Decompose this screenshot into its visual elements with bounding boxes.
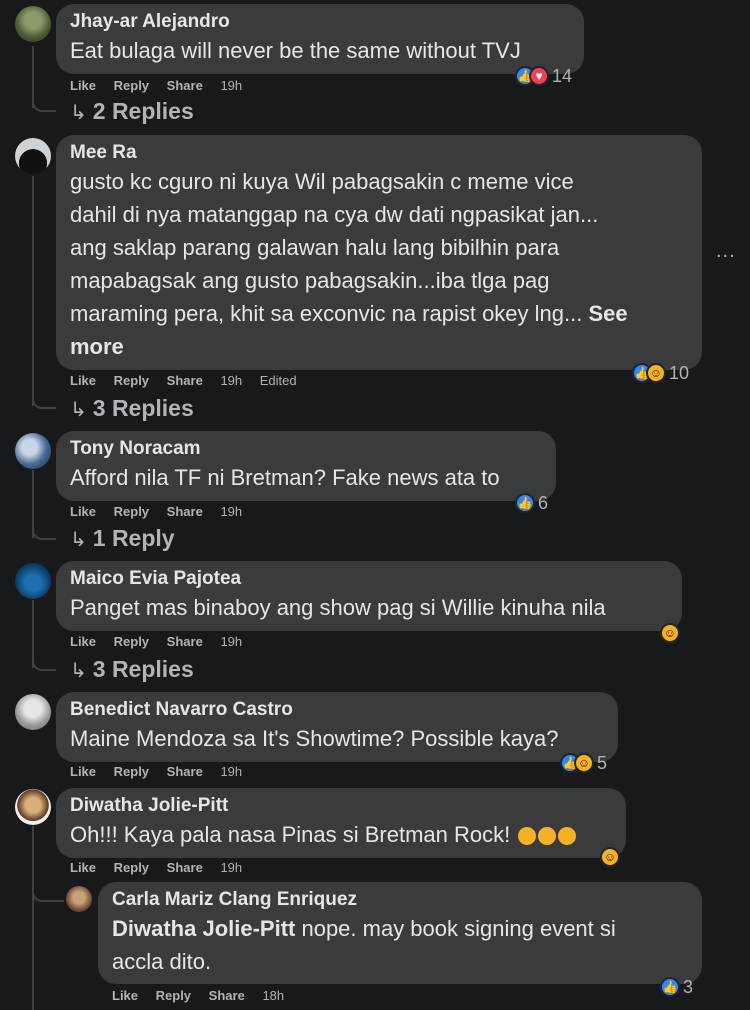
share-button[interactable]: Share <box>167 504 203 519</box>
reply-arrow-icon: ↳ <box>70 399 87 421</box>
reply-button[interactable]: Reply <box>114 78 149 93</box>
commenter-name[interactable]: Benedict Navarro Castro <box>70 698 604 722</box>
reaction-count: 5 <box>597 752 608 773</box>
reaction-summary[interactable]: ☺ <box>600 846 620 868</box>
timestamp[interactable]: 19h <box>220 78 242 93</box>
mention-link[interactable]: Diwatha Jolie-Pitt <box>112 916 295 941</box>
comment-bubble: Mee Ra gusto kc cguro ni kuya Wil pabags… <box>56 135 702 370</box>
shocked-emoji-icon <box>538 827 557 846</box>
reaction-count: 3 <box>683 976 694 997</box>
comment-bubble: Tony Noracam Afford nila TF ni Bretman? … <box>56 431 556 501</box>
timestamp[interactable]: 18h <box>262 988 284 1003</box>
comment-bubble: Benedict Navarro Castro Maine Mendoza sa… <box>56 692 618 762</box>
like-button[interactable]: Like <box>70 860 96 875</box>
comment-bubble: Maico Evia Pajotea Panget mas binaboy an… <box>56 561 682 631</box>
avatar[interactable] <box>15 563 51 599</box>
reaction-summary[interactable]: 👍 ☺ 10 <box>632 362 689 384</box>
haha-icon: ☺ <box>600 847 620 867</box>
reaction-count: 14 <box>552 65 573 86</box>
timestamp[interactable]: 19h <box>220 504 242 519</box>
reply-button[interactable]: Reply <box>156 988 191 1003</box>
comment-text: Maine Mendoza sa It's Showtime? Possible… <box>70 726 559 751</box>
avatar[interactable] <box>15 694 51 730</box>
haha-icon: ☺ <box>660 623 680 643</box>
reply-arrow-icon: ↳ <box>70 529 87 551</box>
reply-button[interactable]: Reply <box>114 764 149 779</box>
reply-button[interactable]: Reply <box>114 373 149 388</box>
avatar[interactable] <box>66 886 92 912</box>
comment-actions: Like Reply Share 19h <box>70 860 256 875</box>
like-button[interactable]: Like <box>70 764 96 779</box>
view-replies-button[interactable]: ↳ 3 Replies <box>70 395 194 422</box>
reaction-summary[interactable]: 👍 ☺ 5 <box>560 752 607 774</box>
reaction-summary[interactable]: 👍 6 <box>515 492 548 514</box>
shocked-emoji-icon <box>518 827 537 846</box>
like-icon: 👍 <box>515 493 535 513</box>
timestamp[interactable]: 19h <box>220 860 242 875</box>
comment-actions: Like Reply Share 19h <box>70 78 256 93</box>
haha-icon: ☺ <box>646 363 666 383</box>
like-button[interactable]: Like <box>70 373 96 388</box>
reply-arrow-icon: ↳ <box>70 102 87 124</box>
commenter-name[interactable]: Mee Ra <box>70 141 688 165</box>
reply-arrow-icon: ↳ <box>70 660 87 682</box>
avatar[interactable] <box>15 6 51 42</box>
heart-icon: ♥ <box>529 66 549 86</box>
see-more-link[interactable]: See <box>588 301 627 326</box>
view-replies-button[interactable]: ↳ 1 Reply <box>70 525 175 552</box>
share-button[interactable]: Share <box>167 764 203 779</box>
edited-label: Edited <box>259 373 297 388</box>
comment-actions: Like Reply Share 19h Edited <box>70 373 311 388</box>
reaction-count: 6 <box>538 492 549 513</box>
comment-text: Afford nila TF ni Bretman? Fake news ata… <box>70 465 500 490</box>
commenter-name[interactable]: Tony Noracam <box>70 437 542 461</box>
comment-actions: Like Reply Share 19h <box>70 634 256 649</box>
timestamp[interactable]: 19h <box>220 373 242 388</box>
comment-text: Oh!!! Kaya pala nasa Pinas si Bretman Ro… <box>70 818 612 851</box>
like-button[interactable]: Like <box>70 504 96 519</box>
see-more-link[interactable]: more <box>70 330 688 363</box>
view-replies-button[interactable]: ↳ 2 Replies <box>70 98 194 125</box>
reaction-summary[interactable]: 👍 3 <box>660 976 693 998</box>
comment-text: gusto kc cguro ni kuya Wil pabagsakin c … <box>70 165 688 363</box>
timestamp[interactable]: 19h <box>220 634 242 649</box>
shocked-emoji-icon <box>558 827 577 846</box>
more-options-button[interactable]: ... <box>716 240 736 263</box>
like-button[interactable]: Like <box>112 988 138 1003</box>
commenter-name[interactable]: Jhay-ar Alejandro <box>70 10 570 34</box>
comment-text: Eat bulaga will never be the same withou… <box>70 38 521 63</box>
reaction-summary[interactable]: ☺ <box>660 622 680 644</box>
commenter-name[interactable]: Maico Evia Pajotea <box>70 567 668 591</box>
like-button[interactable]: Like <box>70 78 96 93</box>
comment-text: Diwatha Jolie-Pitt nope. may book signin… <box>112 916 616 974</box>
like-icon: 👍 <box>660 977 680 997</box>
comment-text: Panget mas binaboy ang show pag si Willi… <box>70 595 606 620</box>
comment-actions: Like Reply Share 19h <box>70 504 256 519</box>
avatar[interactable] <box>15 138 51 174</box>
share-button[interactable]: Share <box>167 78 203 93</box>
reply-bubble: Carla Mariz Clang Enriquez Diwatha Jolie… <box>98 882 702 984</box>
share-button[interactable]: Share <box>167 860 203 875</box>
comment-bubble: Jhay-ar Alejandro Eat bulaga will never … <box>56 4 584 74</box>
like-button[interactable]: Like <box>70 634 96 649</box>
reply-button[interactable]: Reply <box>114 860 149 875</box>
commenter-name[interactable]: Diwatha Jolie-Pitt <box>70 794 612 818</box>
comment-actions: Like Reply Share 19h <box>70 764 256 779</box>
comment-bubble: Diwatha Jolie-Pitt Oh!!! Kaya pala nasa … <box>56 788 626 858</box>
comment-actions: Like Reply Share 18h <box>112 988 298 1003</box>
avatar[interactable] <box>15 789 51 825</box>
commenter-name[interactable]: Carla Mariz Clang Enriquez <box>112 888 688 912</box>
reply-button[interactable]: Reply <box>114 634 149 649</box>
share-button[interactable]: Share <box>167 634 203 649</box>
share-button[interactable]: Share <box>167 373 203 388</box>
share-button[interactable]: Share <box>209 988 245 1003</box>
reaction-count: 10 <box>669 362 690 383</box>
reaction-summary[interactable]: 👍 ♥ 14 <box>515 65 572 87</box>
avatar[interactable] <box>15 433 51 469</box>
reply-button[interactable]: Reply <box>114 504 149 519</box>
view-replies-button[interactable]: ↳ 3 Replies <box>70 656 194 683</box>
haha-icon: ☺ <box>574 753 594 773</box>
timestamp[interactable]: 19h <box>220 764 242 779</box>
